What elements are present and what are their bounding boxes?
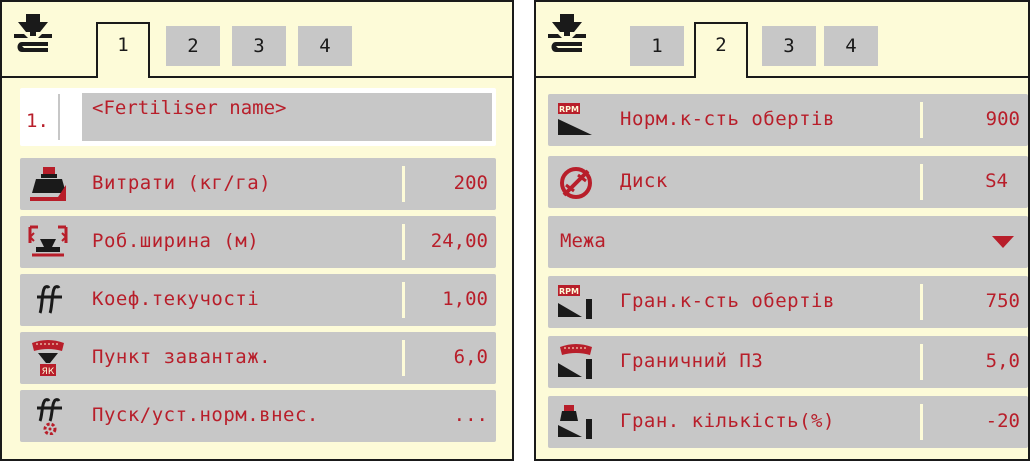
tab-3[interactable]: 3 (232, 26, 286, 66)
tab-2[interactable]: 2 (694, 22, 748, 78)
divider (920, 164, 923, 200)
tab-1[interactable]: 1 (96, 22, 150, 78)
normal-rpm-row[interactable]: RPM Норм.к-сть обертів 900 (548, 94, 1028, 146)
tab-bar: 1 2 3 4 (536, 2, 1028, 78)
drop-point-icon-text: ЯК (42, 367, 55, 377)
border-quantity-icon (558, 405, 592, 439)
divider (920, 284, 923, 320)
settings-panel-left: 1 2 3 4 1. <Fertiliser name> Витрати (кг… (0, 0, 514, 461)
divider (920, 404, 923, 440)
border-rpm-value: 750 (985, 290, 1020, 312)
application-rate-value: 200 (453, 172, 488, 194)
fertiliser-name-field[interactable]: <Fertiliser name> (82, 93, 492, 141)
spreading-disc-icon (560, 167, 592, 199)
border-drop-point-row[interactable]: Граничний ПЗ 5,0 (548, 336, 1028, 388)
drop-point-row[interactable]: ЯК Пункт завантаж. 6,0 (20, 332, 496, 384)
tab-bar: 1 2 3 4 (2, 2, 512, 78)
border-rpm-icon-text: RPM (559, 287, 579, 296)
normal-rpm-icon-text: RPM (559, 105, 579, 114)
fertiliser-index: 1. (26, 110, 49, 132)
border-rpm-icon: RPM (558, 285, 592, 319)
working-width-label: Роб.ширина (м) (92, 230, 260, 252)
normal-rpm-icon: RPM (558, 103, 592, 135)
tab-bar-divider (2, 76, 512, 78)
border-quantity-row[interactable]: Гран. кількість(%) -20 (548, 396, 1028, 448)
flow-factor-value: 1,00 (442, 288, 488, 310)
fertiliser-name-text: <Fertiliser name> (92, 97, 287, 119)
spreader-settings-icon (14, 14, 52, 52)
border-mode-label: Межа (560, 230, 606, 252)
drop-point-label: Пункт завантаж. (92, 346, 272, 368)
tab-1[interactable]: 1 (630, 26, 684, 66)
application-rate-label: Витрати (кг/га) (92, 172, 272, 194)
application-rate-icon (30, 167, 66, 201)
working-width-icon (28, 225, 68, 257)
application-rate-row[interactable]: Витрати (кг/га) 200 (20, 158, 496, 210)
tab-4[interactable]: 4 (298, 26, 352, 66)
border-quantity-value: -20 (985, 410, 1020, 432)
drop-point-icon: ЯК (32, 340, 64, 377)
dropdown-caret-icon[interactable] (992, 236, 1014, 248)
normal-rpm-value: 900 (985, 108, 1020, 130)
divider (920, 344, 923, 380)
flow-factor-start-value: ... (453, 404, 488, 426)
flow-factor-start-icon (37, 398, 62, 435)
drop-point-value: 6,0 (453, 346, 488, 368)
flow-factor-start-label: Пуск/уст.норм.внес. (92, 404, 319, 426)
normal-rpm-label: Норм.к-сть обертів (620, 108, 835, 130)
border-rpm-row[interactable]: RPM Гран.к-сть обертів 750 (548, 276, 1028, 328)
tab-bar-divider (536, 76, 1028, 78)
divider (402, 224, 405, 260)
border-rpm-label: Гран.к-сть обертів (620, 290, 835, 312)
divider (58, 94, 60, 140)
settings-panel-right: 1 2 3 4 RPM Норм.к-сть обертів 900 Диск … (534, 0, 1030, 461)
spreading-disc-row[interactable]: Диск S4 (548, 156, 1028, 208)
flow-factor-start-row[interactable]: Пуск/уст.норм.внес. ... (20, 390, 496, 442)
divider (920, 102, 923, 138)
flow-factor-icon (37, 285, 62, 314)
border-mode-row[interactable]: Межа (548, 216, 1028, 268)
divider (402, 340, 405, 376)
working-width-value: 24,00 (430, 230, 488, 252)
divider (402, 166, 405, 202)
spreader-settings-icon (548, 14, 586, 52)
spreading-disc-value: S4 (985, 170, 1008, 192)
border-drop-point-label: Граничний ПЗ (620, 350, 764, 372)
tab-3[interactable]: 3 (762, 26, 816, 66)
border-drop-point-icon (558, 344, 592, 379)
divider (402, 282, 405, 318)
flow-factor-row[interactable]: Коеф.текучості 1,00 (20, 274, 496, 326)
border-drop-point-value: 5,0 (985, 350, 1020, 372)
tab-4[interactable]: 4 (824, 26, 878, 66)
fertiliser-name-row[interactable]: 1. <Fertiliser name> (20, 88, 496, 146)
tab-2[interactable]: 2 (166, 26, 220, 66)
border-quantity-label: Гран. кількість(%) (620, 410, 835, 432)
spreading-disc-label: Диск (620, 170, 668, 192)
working-width-row[interactable]: Роб.ширина (м) 24,00 (20, 216, 496, 268)
flow-factor-label: Коеф.текучості (92, 288, 260, 310)
